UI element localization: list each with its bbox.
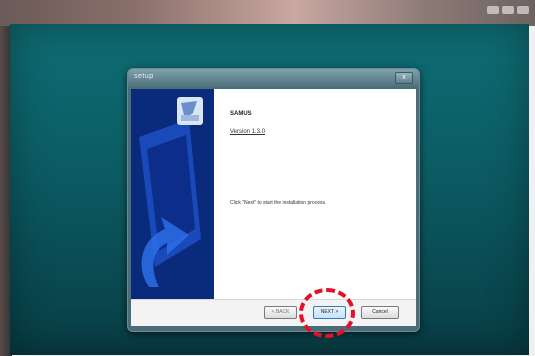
restore-icon[interactable]	[502, 6, 514, 14]
cancel-button[interactable]: Cancel	[361, 306, 399, 319]
installer-dialog: setup x SAMUS Version 1.3.0 Click "Next"…	[127, 68, 420, 332]
product-name: SAMUS	[230, 111, 252, 117]
installer-graphic-icon	[131, 89, 214, 299]
dialog-close-button[interactable]: x	[395, 72, 413, 84]
installer-content: SAMUS Version 1.3.0 Click "Next" to star…	[214, 89, 416, 299]
version-link[interactable]: Version 1.3.0	[230, 129, 265, 135]
window-controls	[487, 6, 529, 14]
instruction-text: Click "Next" to start the installation p…	[230, 200, 327, 206]
next-button-highlight-circle	[299, 288, 355, 338]
dialog-footer: < BACK NEXT > Cancel	[131, 299, 416, 326]
dialog-titlebar[interactable]: setup x	[128, 69, 419, 87]
dialog-title: setup	[134, 73, 154, 80]
dialog-body: SAMUS Version 1.3.0 Click "Next" to star…	[131, 89, 416, 326]
installer-side-banner	[131, 89, 214, 299]
back-button[interactable]: < BACK	[264, 306, 297, 319]
minimize-icon[interactable]	[487, 6, 499, 14]
top-band	[0, 0, 535, 26]
screen-frame: setup x SAMUS Version 1.3.0 Click "Next"…	[0, 0, 535, 356]
close-icon[interactable]	[517, 6, 529, 14]
